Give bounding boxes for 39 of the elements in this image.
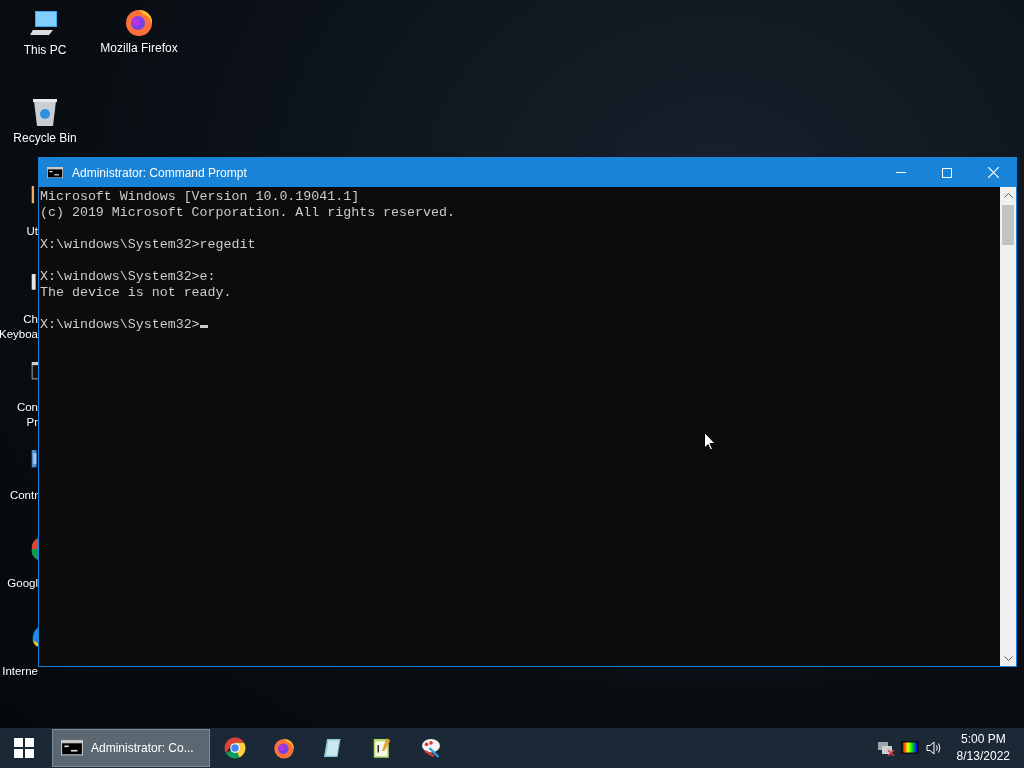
icon-label[interactable]: Keyboa: [0, 327, 38, 342]
chrome-icon: [30, 538, 38, 560]
firefox-icon: [271, 736, 296, 760]
chrome-icon: [222, 736, 247, 760]
clock-date: 8/13/2022: [956, 748, 1010, 765]
scroll-down-icon[interactable]: [1003, 655, 1013, 661]
console-line: Microsoft Windows [Version 10.0.19041.1]: [40, 189, 360, 205]
scroll-thumb[interactable]: [1002, 205, 1014, 245]
icon-label[interactable]: Contr: [9, 488, 38, 503]
clock[interactable]: 5:00 PM 8/13/2022: [956, 731, 1010, 765]
window-title: Administrator: Command Prompt: [72, 165, 248, 180]
icon-label[interactable]: Recycle Bin: [13, 131, 77, 146]
clock-time: 5:00 PM: [960, 731, 1006, 748]
display-icon[interactable]: [900, 740, 919, 756]
icon-label[interactable]: Ch: [23, 312, 38, 327]
close-icon: [987, 167, 999, 178]
console-line: X:\windows\System32>e:: [40, 269, 216, 285]
maximize-icon: [942, 167, 952, 178]
icon-label[interactable]: Interne: [2, 664, 38, 679]
console-line: X:\windows\System32>: [40, 317, 208, 333]
icon-label[interactable]: Ut: [26, 224, 38, 239]
speaker-icon[interactable]: [924, 740, 943, 756]
network-disconnected-icon[interactable]: [876, 740, 895, 756]
minimize-icon: [896, 172, 906, 173]
command-prompt-icon: [47, 166, 63, 179]
scrollbar[interactable]: [1000, 187, 1016, 666]
icon-label[interactable]: Googl: [7, 576, 38, 591]
taskbar-button[interactable]: Administrator: Co...: [52, 729, 210, 767]
icon-label[interactable]: Con: [16, 400, 38, 415]
icon-label[interactable]: Pr: [26, 415, 38, 430]
mouse-pointer-icon: [704, 432, 716, 451]
command-prompt-icon: [61, 740, 83, 756]
scroll-up-icon[interactable]: [1003, 192, 1013, 198]
windows-logo-icon: [14, 738, 34, 758]
icon-label[interactable]: This PC: [23, 43, 67, 58]
icon-label[interactable]: Mozilla Firefox: [100, 41, 178, 56]
console-line: X:\windows\System32>regedit: [40, 237, 256, 253]
console-line: (c) 2019 Microsoft Corporation. All rights reserved.: [40, 205, 455, 221]
console-line: The device is not ready.: [40, 285, 232, 301]
